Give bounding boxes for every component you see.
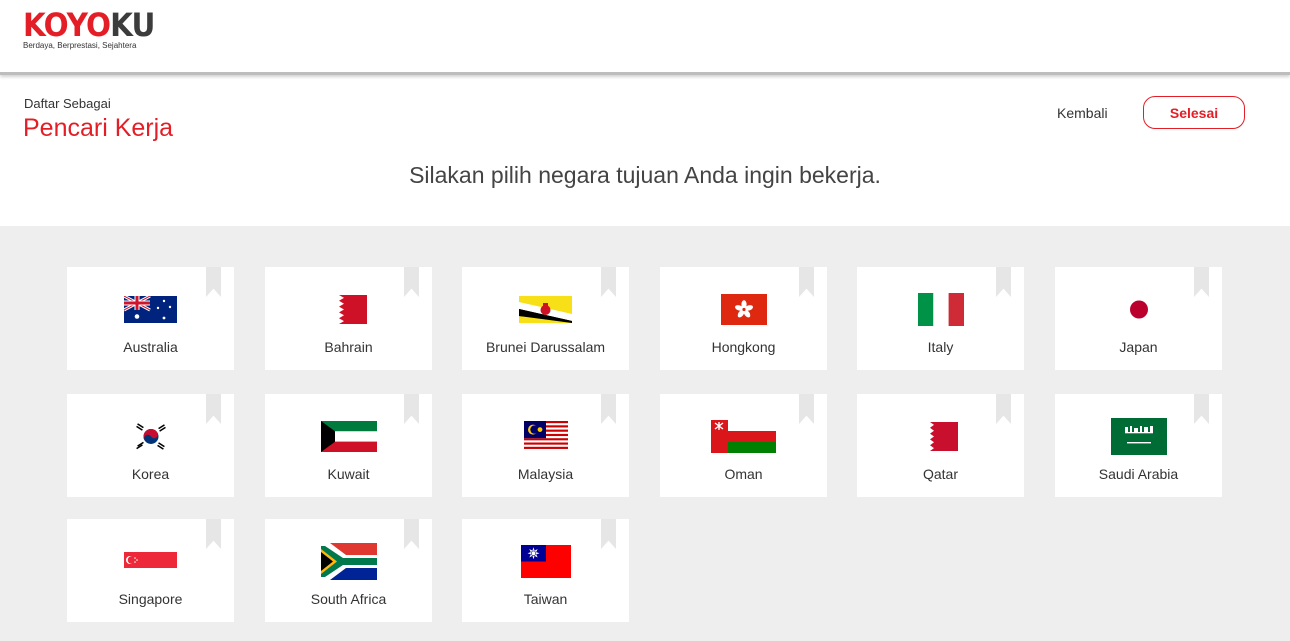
italy-flag-icon — [917, 292, 964, 326]
country-card-kuwait[interactable]: Kuwait — [265, 394, 432, 497]
country-grid: Australia Bahrain Brunei Darussalam Hong… — [0, 226, 1290, 641]
brunei-flag-icon — [519, 295, 572, 323]
singapore-flag-icon — [124, 552, 177, 570]
koyoku-logo[interactable]: KOYOKU Berdaya, Berprestasi, Sejahtera — [23, 7, 166, 50]
saudi-arabia-flag-icon — [1110, 417, 1167, 455]
country-name: Kuwait — [327, 466, 370, 482]
country-card-australia[interactable]: Australia — [67, 267, 234, 370]
country-name: Brunei Darussalam — [485, 339, 606, 355]
country-name: Japan — [1119, 339, 1158, 355]
logo-wordmark: KOYOKU — [23, 6, 155, 44]
country-card-singapore[interactable]: Singapore — [67, 519, 234, 622]
country-name: Italy — [927, 339, 954, 355]
country-card-japan[interactable]: Japan — [1055, 267, 1222, 370]
country-card-korea[interactable]: Korea — [67, 394, 234, 497]
south-africa-flag-icon — [320, 542, 377, 580]
country-card-saudi-arabia[interactable]: Saudi Arabia — [1055, 394, 1222, 497]
country-name: Saudi Arabia — [1098, 466, 1179, 482]
back-link[interactable]: Kembali — [1057, 105, 1108, 121]
australia-flag-icon — [124, 295, 177, 323]
country-card-hongkong[interactable]: Hongkong — [660, 267, 827, 370]
register-as-value: Pencari Kerja — [23, 114, 174, 142]
country-card-italy[interactable]: Italy — [857, 267, 1024, 370]
country-card-brunei[interactable]: Brunei Darussalam — [462, 267, 629, 370]
country-name: South Africa — [310, 591, 387, 607]
country-card-south-africa[interactable]: South Africa — [265, 519, 432, 622]
country-card-oman[interactable]: Oman — [660, 394, 827, 497]
taiwan-flag-icon — [520, 544, 571, 578]
qatar-flag-icon — [923, 421, 958, 451]
register-as-label: Daftar Sebagai — [24, 96, 111, 111]
instruction-text: Silakan pilih negara tujuan Anda ingin b… — [409, 162, 881, 188]
malaysia-flag-icon — [523, 421, 568, 451]
country-name: Singapore — [118, 591, 183, 607]
country-card-bahrain[interactable]: Bahrain — [265, 267, 432, 370]
japan-flag-icon — [1115, 293, 1162, 325]
country-card-qatar[interactable]: Qatar — [857, 394, 1024, 497]
country-name: Oman — [724, 466, 763, 482]
country-card-taiwan[interactable]: Taiwan — [462, 519, 629, 622]
top-bar: KOYOKU Berdaya, Berprestasi, Sejahtera — [0, 0, 1290, 75]
done-button[interactable]: Selesai — [1143, 96, 1245, 129]
kuwait-flag-icon — [320, 420, 377, 452]
country-name: Hongkong — [711, 339, 776, 355]
country-name: Taiwan — [523, 591, 568, 607]
country-name: Qatar — [922, 466, 958, 482]
country-name: Malaysia — [517, 466, 574, 482]
korea-flag-icon — [127, 420, 174, 452]
oman-flag-icon — [711, 419, 776, 453]
bahrain-flag-icon — [330, 294, 367, 324]
country-name: Korea — [131, 466, 170, 482]
country-card-malaysia[interactable]: Malaysia — [462, 394, 629, 497]
country-name: Bahrain — [324, 339, 373, 355]
country-name: Australia — [123, 339, 178, 355]
hongkong-flag-icon — [720, 293, 767, 325]
